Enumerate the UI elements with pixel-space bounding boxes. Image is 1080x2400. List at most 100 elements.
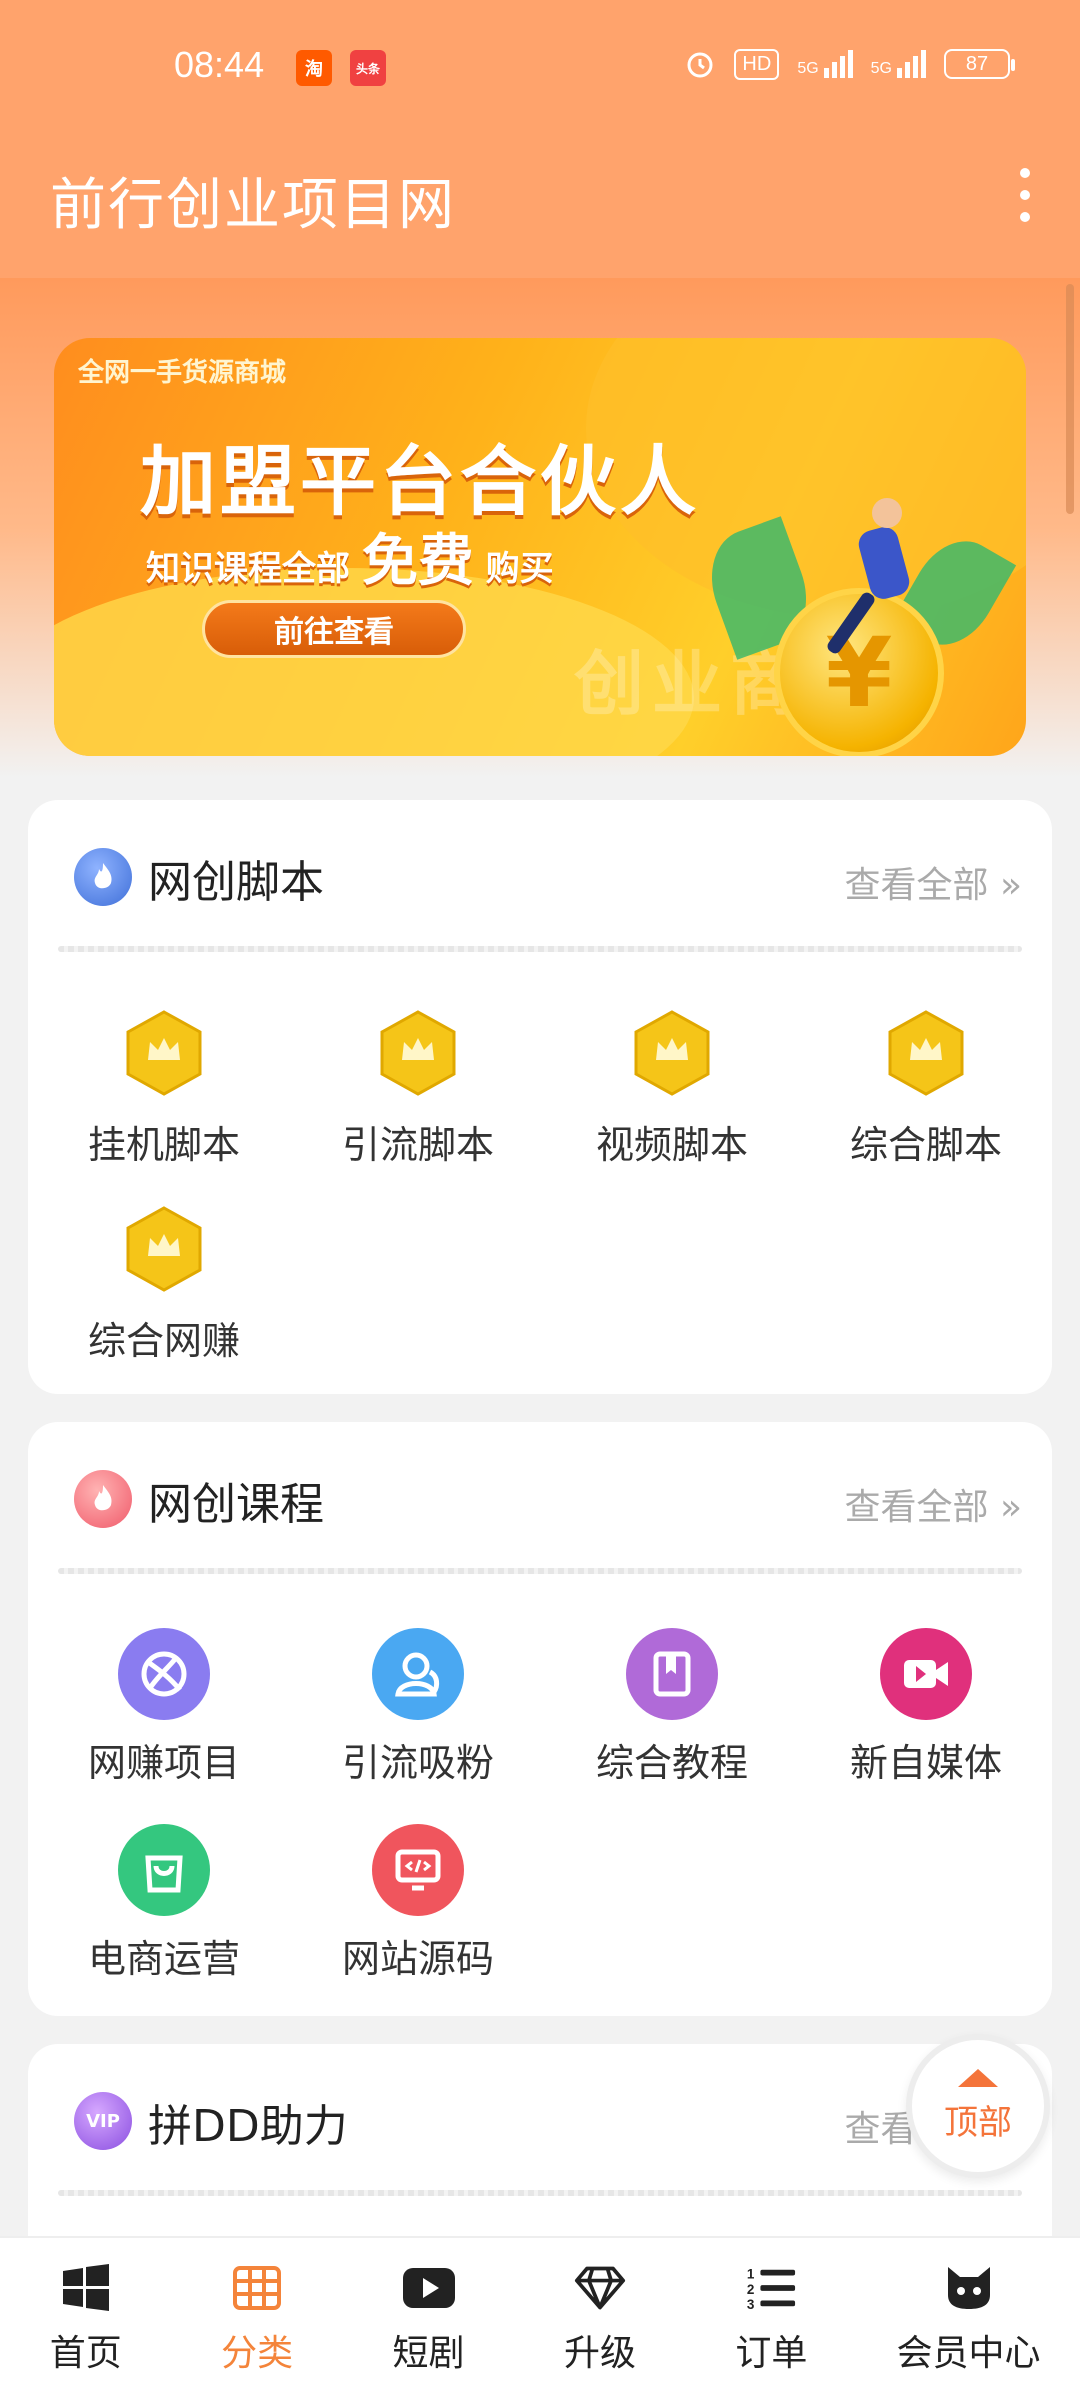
battery-icon: 87 bbox=[944, 49, 1015, 79]
grid-item-label: 综合网赚 bbox=[87, 1319, 240, 1363]
nav-category[interactable]: 分类 bbox=[171, 2238, 342, 2400]
grid-item[interactable]: 网站源码 bbox=[298, 1824, 538, 2004]
section-header: VIP 拼DD助力 查看全部 » bbox=[28, 2044, 1052, 2194]
nav-upgrade[interactable]: 升级 bbox=[514, 2238, 685, 2400]
nav-label: 短剧 bbox=[392, 2333, 465, 2374]
banner-subtitle: 知识课程全部 免费 购买 bbox=[146, 516, 554, 597]
grid-item[interactable]: 引流脚本 bbox=[298, 1010, 538, 1190]
nav-label: 订单 bbox=[735, 2333, 808, 2374]
grid-item-label: 挂机脚本 bbox=[87, 1123, 240, 1167]
cat-icon bbox=[943, 2262, 995, 2314]
section-courses: 网创课程 查看全部 » 网赚项目 引流吸粉 综合教程 新自媒体 电商运营 网站源… bbox=[28, 1422, 1052, 2016]
network-type-2: 5G bbox=[870, 60, 892, 77]
flame-icon bbox=[74, 848, 132, 906]
grid-icon bbox=[231, 2262, 283, 2314]
grid-item-label: 引流吸粉 bbox=[341, 1741, 494, 1785]
hd-badge: HD bbox=[734, 48, 780, 80]
section-scripts: 网创脚本 查看全部 » 挂机脚本 引流脚本 视频脚本 综合脚本 综合网赚 bbox=[28, 800, 1052, 1394]
crown-hexagon-icon bbox=[888, 1010, 964, 1096]
promo-banner[interactable]: 全网一手货源商城 加盟平台合伙人 知识课程全部 免费 购买 前往查看 创业商城 … bbox=[54, 338, 1026, 756]
signal-icon-1: 5G bbox=[797, 50, 853, 78]
grid-item[interactable]: 挂机脚本 bbox=[44, 1010, 284, 1190]
book-icon bbox=[626, 1628, 718, 1720]
grid-item-label: 视频脚本 bbox=[595, 1123, 748, 1167]
banner-headline: 加盟平台合伙人 bbox=[140, 437, 700, 526]
section-header: 网创脚本 查看全部 » bbox=[28, 800, 1052, 950]
grid-item[interactable]: 视频脚本 bbox=[552, 1010, 792, 1190]
banner-sub-prefix: 知识课程全部 bbox=[146, 549, 350, 589]
page-title: 前行创业项目网 bbox=[50, 173, 456, 238]
user-icon bbox=[372, 1628, 464, 1720]
person-illustration bbox=[872, 498, 902, 528]
divider bbox=[58, 2190, 1022, 2196]
nav-label: 升级 bbox=[563, 2333, 636, 2374]
status-bar: 08:44 淘 头条 HD 5G 5G 87 bbox=[0, 0, 1080, 140]
vip-star-icon: VIP bbox=[74, 2092, 132, 2150]
arrow-up-icon bbox=[958, 2068, 998, 2087]
shopping-bag-icon bbox=[118, 1824, 210, 1916]
svg-text:3: 3 bbox=[747, 2297, 755, 2312]
taobao-icon: 淘 bbox=[296, 50, 332, 86]
nav-label: 分类 bbox=[221, 2333, 294, 2374]
nav-member-center[interactable]: 会员中心 bbox=[857, 2238, 1080, 2400]
flame-icon bbox=[74, 1470, 132, 1528]
grid-item-label: 综合脚本 bbox=[849, 1123, 1002, 1167]
header-area: 08:44 淘 头条 HD 5G 5G 87 前行创业项目网 bbox=[0, 0, 1080, 278]
divider bbox=[58, 946, 1022, 952]
grid-item-label: 电商运营 bbox=[87, 1937, 240, 1981]
grid-item[interactable]: 综合网赚 bbox=[44, 1206, 284, 1386]
svg-text:1: 1 bbox=[747, 2266, 755, 2281]
windows-icon bbox=[60, 2262, 112, 2314]
scrollbar[interactable] bbox=[1066, 284, 1074, 514]
grid-item-label: 网站源码 bbox=[341, 1937, 494, 1981]
grid-item-label: 综合教程 bbox=[595, 1741, 748, 1785]
network-type-1: 5G bbox=[797, 60, 819, 77]
section-header: 网创课程 查看全部 » bbox=[28, 1422, 1052, 1572]
back-to-top-label: 顶部 bbox=[944, 2102, 1012, 2143]
section-title: 拼DD助力 bbox=[148, 2101, 348, 2152]
globe-icon bbox=[118, 1628, 210, 1720]
nav-drama[interactable]: 短剧 bbox=[343, 2238, 514, 2400]
crown-hexagon-icon bbox=[634, 1010, 710, 1096]
nav-home[interactable]: 首页 bbox=[0, 2238, 171, 2400]
crown-hexagon-icon bbox=[126, 1010, 202, 1096]
section-title: 网创脚本 bbox=[148, 857, 324, 908]
grid-item[interactable]: 引流吸粉 bbox=[298, 1628, 538, 1808]
play-icon bbox=[402, 2262, 455, 2314]
list-icon: 123 bbox=[745, 2262, 797, 2314]
grid-item[interactable]: 综合脚本 bbox=[806, 1010, 1046, 1190]
svg-text:2: 2 bbox=[747, 2282, 755, 2297]
monitor-code-icon bbox=[372, 1824, 464, 1916]
view-all-link[interactable]: 查看全部 » bbox=[845, 1478, 1022, 1530]
crown-hexagon-icon bbox=[380, 1010, 456, 1096]
grid-item-label: 网赚项目 bbox=[87, 1741, 240, 1785]
banner-sub-highlight: 免费 bbox=[361, 529, 474, 594]
grid-item[interactable]: 新自媒体 bbox=[806, 1628, 1046, 1808]
vip-icon-text: VIP bbox=[86, 2110, 120, 2132]
more-menu-icon[interactable] bbox=[1000, 160, 1050, 230]
banner-sub-suffix: 购买 bbox=[485, 549, 554, 589]
grid-item[interactable]: 网赚项目 bbox=[44, 1628, 284, 1808]
grid-item[interactable]: 综合教程 bbox=[552, 1628, 792, 1808]
bottom-nav: 首页 分类 短剧 升级 123 订单 会员中心 bbox=[0, 2236, 1080, 2400]
status-time: 08:44 bbox=[174, 44, 265, 85]
section-title: 网创课程 bbox=[148, 1479, 324, 1530]
video-camera-icon bbox=[880, 1628, 972, 1720]
status-indicators: HD 5G 5G 87 bbox=[684, 48, 1015, 80]
view-all-link[interactable]: 查看全部 » bbox=[845, 856, 1022, 908]
grid-item-label: 引流脚本 bbox=[341, 1123, 494, 1167]
grid-item[interactable]: 电商运营 bbox=[44, 1824, 284, 2004]
divider bbox=[58, 1568, 1022, 1574]
grid-item-label: 新自媒体 bbox=[849, 1741, 1002, 1785]
toutiao-icon: 头条 bbox=[350, 50, 386, 86]
signal-icon-2: 5G bbox=[871, 50, 926, 78]
banner-cta-button[interactable]: 前往查看 bbox=[202, 600, 466, 658]
nav-orders[interactable]: 123 订单 bbox=[686, 2238, 857, 2400]
banner-tag: 全网一手货源商城 bbox=[78, 358, 287, 388]
back-to-top-button[interactable]: 顶部 bbox=[906, 2034, 1050, 2178]
crown-hexagon-icon bbox=[126, 1206, 202, 1292]
nav-label: 会员中心 bbox=[896, 2333, 1041, 2374]
alarm-icon bbox=[687, 52, 713, 78]
nav-label: 首页 bbox=[49, 2333, 122, 2374]
diamond-icon bbox=[574, 2262, 626, 2314]
